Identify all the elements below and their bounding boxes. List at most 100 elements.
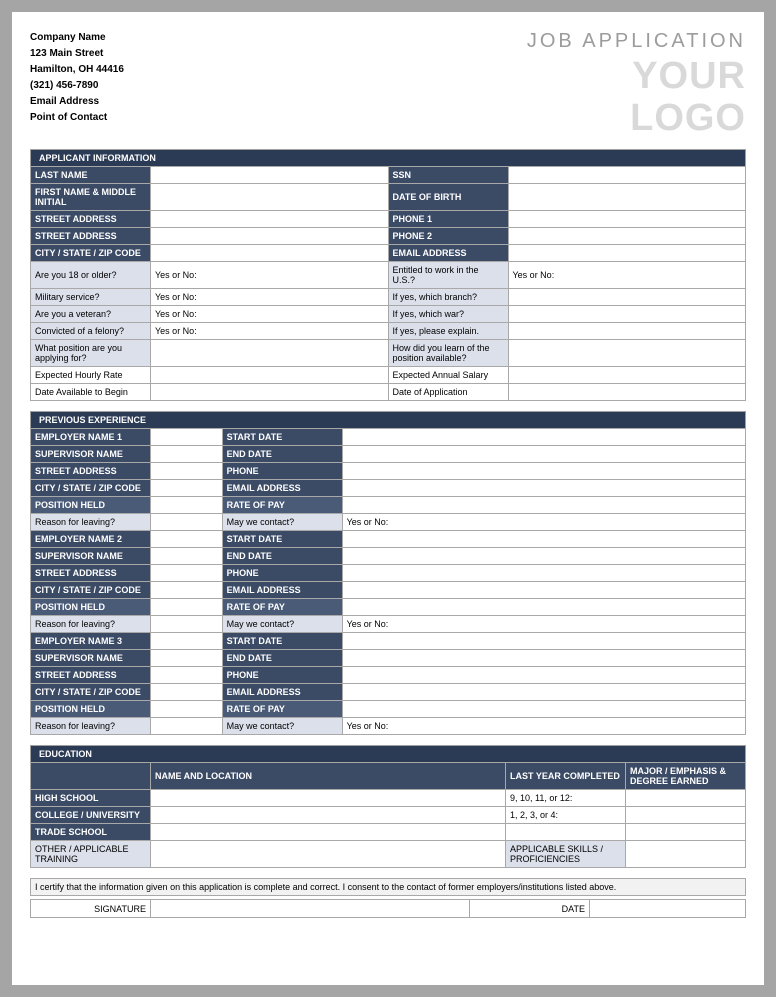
input-csz-e1[interactable] [151, 480, 223, 497]
input-sup1[interactable] [151, 446, 223, 463]
label-phone-e3: PHONE [222, 667, 342, 684]
input-reason2[interactable] [151, 616, 223, 633]
input-ssn[interactable] [508, 167, 746, 184]
label-reason3: Reason for leaving? [31, 718, 151, 735]
header: Company Name 123 Main Street Hamilton, O… [30, 30, 746, 137]
input-end3[interactable] [342, 650, 745, 667]
input-phone-e3[interactable] [342, 667, 745, 684]
input-end1[interactable] [342, 446, 745, 463]
input-age18[interactable]: Yes or No: [151, 262, 389, 289]
input-emp1[interactable] [151, 429, 223, 446]
label-learn: How did you learn of the position availa… [388, 340, 508, 367]
input-war[interactable] [508, 306, 746, 323]
input-street2[interactable] [151, 228, 389, 245]
input-street-e1[interactable] [151, 463, 223, 480]
input-trade-year[interactable] [506, 824, 626, 841]
input-phone1[interactable] [508, 211, 746, 228]
input-pos2[interactable] [151, 599, 223, 616]
input-explain[interactable] [508, 323, 746, 340]
input-emp2[interactable] [151, 531, 223, 548]
label-date: DATE [470, 900, 590, 918]
input-start3[interactable] [342, 633, 745, 650]
label-skills: APPLICABLE SKILLS / PROFICIENCIES [506, 841, 626, 868]
label-age18: Are you 18 or older? [31, 262, 151, 289]
input-phone2[interactable] [508, 228, 746, 245]
input-pos3[interactable] [151, 701, 223, 718]
input-hourly[interactable] [151, 367, 389, 384]
input-veteran[interactable]: Yes or No: [151, 306, 389, 323]
edu-blank-header [31, 763, 151, 790]
input-end2[interactable] [342, 548, 745, 565]
input-email[interactable] [508, 245, 746, 262]
input-position[interactable] [151, 340, 389, 367]
input-felony[interactable]: Yes or No: [151, 323, 389, 340]
input-last-name[interactable] [151, 167, 389, 184]
input-hs-year[interactable]: 9, 10, 11, or 12: [506, 790, 626, 807]
input-start2[interactable] [342, 531, 745, 548]
input-rate2[interactable] [342, 599, 745, 616]
input-first-mi[interactable] [151, 184, 389, 211]
input-college-major[interactable] [626, 807, 746, 824]
company-phone: (321) 456-7890 [30, 78, 124, 94]
input-contact1[interactable]: Yes or No: [342, 514, 745, 531]
label-end1: END DATE [222, 446, 342, 463]
input-rate1[interactable] [342, 497, 745, 514]
edu-name-loc-header: NAME AND LOCATION [151, 763, 506, 790]
input-trade-major[interactable] [626, 824, 746, 841]
input-entitled[interactable]: Yes or No: [508, 262, 746, 289]
label-csz-e1: CITY / STATE / ZIP CODE [31, 480, 151, 497]
input-college-name[interactable] [151, 807, 506, 824]
input-skills[interactable] [626, 841, 746, 868]
company-citystate: Hamilton, OH 44416 [30, 62, 124, 78]
label-emp2: EMPLOYER NAME 2 [31, 531, 151, 548]
input-reason1[interactable] [151, 514, 223, 531]
input-csz[interactable] [151, 245, 389, 262]
input-military[interactable]: Yes or No: [151, 289, 389, 306]
edu-last-year-header: LAST YEAR COMPLETED [506, 763, 626, 790]
input-branch[interactable] [508, 289, 746, 306]
input-hs-name[interactable] [151, 790, 506, 807]
input-hs-major[interactable] [626, 790, 746, 807]
input-email-e1[interactable] [342, 480, 745, 497]
input-salary[interactable] [508, 367, 746, 384]
input-contact2[interactable]: Yes or No: [342, 616, 745, 633]
input-street-e3[interactable] [151, 667, 223, 684]
label-street2: STREET ADDRESS [31, 228, 151, 245]
input-contact3[interactable]: Yes or No: [342, 718, 745, 735]
label-pos3: POSITION HELD [31, 701, 151, 718]
label-phone-e1: PHONE [222, 463, 342, 480]
input-emp3[interactable] [151, 633, 223, 650]
input-csz-e3[interactable] [151, 684, 223, 701]
input-reason3[interactable] [151, 718, 223, 735]
input-signature[interactable] [151, 900, 470, 918]
input-other-training[interactable] [151, 841, 506, 868]
input-trade-name[interactable] [151, 824, 506, 841]
input-email-e2[interactable] [342, 582, 745, 599]
input-pos1[interactable] [151, 497, 223, 514]
input-street-e2[interactable] [151, 565, 223, 582]
input-rate3[interactable] [342, 701, 745, 718]
section-previous-header: PREVIOUS EXPERIENCE [30, 411, 746, 428]
company-name: Company Name [30, 30, 124, 46]
input-email-e3[interactable] [342, 684, 745, 701]
input-start1[interactable] [342, 429, 745, 446]
input-sig-date[interactable] [590, 900, 746, 918]
input-date-app[interactable] [508, 384, 746, 401]
input-phone-e2[interactable] [342, 565, 745, 582]
label-last-name: LAST NAME [31, 167, 151, 184]
label-phone1: PHONE 1 [388, 211, 508, 228]
input-phone-e1[interactable] [342, 463, 745, 480]
label-email-e2: EMAIL ADDRESS [222, 582, 342, 599]
input-street1[interactable] [151, 211, 389, 228]
input-date-begin[interactable] [151, 384, 389, 401]
input-csz-e2[interactable] [151, 582, 223, 599]
input-college-year[interactable]: 1, 2, 3, or 4: [506, 807, 626, 824]
edu-major-header: MAJOR / EMPHASIS & DEGREE EARNED [626, 763, 746, 790]
label-rate2: RATE OF PAY [222, 599, 342, 616]
input-learn[interactable] [508, 340, 746, 367]
input-sup3[interactable] [151, 650, 223, 667]
input-dob[interactable] [508, 184, 746, 211]
label-hourly: Expected Hourly Rate [31, 367, 151, 384]
label-sup3: SUPERVISOR NAME [31, 650, 151, 667]
input-sup2[interactable] [151, 548, 223, 565]
